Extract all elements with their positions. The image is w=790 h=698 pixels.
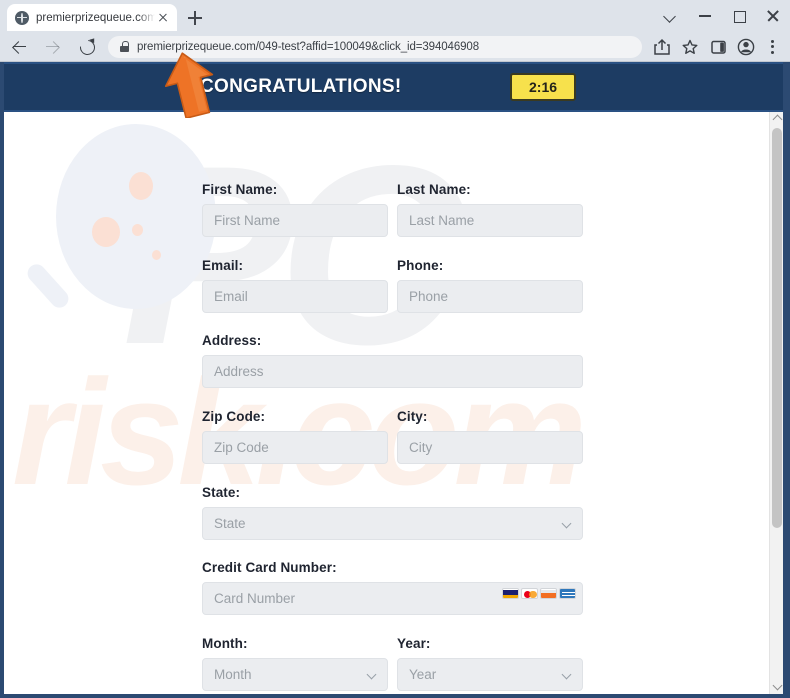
amex-icon bbox=[559, 588, 576, 599]
minimize-icon[interactable] bbox=[688, 0, 722, 31]
browser-window: premierprizequeue.com/049-te premierpriz… bbox=[0, 0, 790, 698]
page-title: CONGRATULATIONS! bbox=[200, 76, 402, 97]
year-select-value: Year bbox=[409, 667, 437, 682]
page-scrollbar[interactable] bbox=[769, 112, 783, 694]
address-input[interactable] bbox=[202, 355, 583, 388]
field-first-name: First Name: bbox=[202, 182, 388, 237]
share-icon[interactable] bbox=[648, 33, 676, 61]
close-icon[interactable] bbox=[155, 10, 171, 26]
month-select[interactable]: Month bbox=[202, 658, 388, 691]
more-menu-icon[interactable] bbox=[760, 33, 784, 61]
page-viewport: CONGRATULATIONS! 2:16 PC risk.com First … bbox=[4, 62, 783, 694]
scroll-up-icon[interactable] bbox=[772, 114, 782, 125]
watermark-dot bbox=[132, 224, 143, 236]
lock-icon bbox=[120, 41, 129, 52]
maximize-icon[interactable] bbox=[722, 0, 756, 31]
state-select[interactable]: State bbox=[202, 507, 583, 540]
field-card-number: Credit Card Number: bbox=[202, 560, 583, 615]
field-address: Address: bbox=[202, 333, 583, 388]
field-city: City: bbox=[397, 409, 583, 464]
magnifier-icon bbox=[56, 124, 216, 309]
window-controls bbox=[654, 0, 790, 31]
discover-icon bbox=[540, 588, 557, 599]
label-phone: Phone: bbox=[397, 258, 444, 273]
field-email: Email: bbox=[202, 258, 388, 313]
state-select-value: State bbox=[214, 516, 246, 531]
label-email: Email: bbox=[202, 258, 244, 273]
month-select-value: Month bbox=[214, 667, 252, 682]
accepted-cards bbox=[502, 588, 576, 599]
phone-input[interactable] bbox=[397, 280, 583, 313]
close-window-icon[interactable] bbox=[756, 0, 790, 31]
tab-title: premierprizequeue.com/049-te bbox=[36, 11, 155, 24]
star-icon[interactable] bbox=[676, 33, 704, 61]
countdown-timer: 2:16 bbox=[510, 73, 577, 101]
email-input[interactable] bbox=[202, 280, 388, 313]
globe-icon bbox=[15, 10, 29, 25]
url-text: premierprizequeue.com/049-test?affid=100… bbox=[137, 40, 480, 53]
label-first-name: First Name: bbox=[202, 182, 278, 197]
chevron-down-icon[interactable] bbox=[654, 0, 688, 31]
chevron-down-icon bbox=[366, 669, 377, 680]
new-tab-button[interactable] bbox=[184, 7, 206, 29]
year-select[interactable]: Year bbox=[397, 658, 583, 691]
site-banner: CONGRATULATIONS! 2:16 bbox=[4, 62, 783, 112]
field-phone: Phone: bbox=[397, 258, 583, 313]
label-city: City: bbox=[397, 409, 428, 424]
chevron-down-icon bbox=[561, 518, 572, 529]
field-zip-code: Zip Code: bbox=[202, 409, 388, 464]
label-state: State: bbox=[202, 485, 241, 500]
watermark-dot bbox=[152, 250, 161, 260]
browser-tab[interactable]: premierprizequeue.com/049-te bbox=[7, 4, 177, 31]
side-panel-icon[interactable] bbox=[704, 33, 732, 61]
last-name-input[interactable] bbox=[397, 204, 583, 237]
zip-code-input[interactable] bbox=[202, 431, 388, 464]
chevron-down-icon bbox=[561, 669, 572, 680]
label-last-name: Last Name: bbox=[397, 182, 471, 197]
forward-button[interactable] bbox=[38, 32, 68, 62]
field-year: Year: Year bbox=[397, 636, 583, 691]
city-input[interactable] bbox=[397, 431, 583, 464]
reload-icon[interactable] bbox=[72, 32, 102, 62]
address-bar[interactable]: premierprizequeue.com/049-test?affid=100… bbox=[108, 35, 642, 58]
label-year: Year: bbox=[397, 636, 431, 651]
label-card-number: Credit Card Number: bbox=[202, 560, 337, 575]
browser-chrome: premierprizequeue.com/049-te premierpriz… bbox=[0, 0, 790, 62]
scroll-down-icon[interactable] bbox=[772, 680, 782, 691]
profile-avatar-icon[interactable] bbox=[732, 33, 760, 61]
browser-toolbar: premierprizequeue.com/049-test?affid=100… bbox=[0, 31, 790, 62]
visa-icon bbox=[502, 588, 519, 599]
magnifier-handle bbox=[23, 260, 73, 312]
label-address: Address: bbox=[202, 333, 262, 348]
watermark-dot bbox=[129, 172, 153, 200]
first-name-input[interactable] bbox=[202, 204, 388, 237]
field-last-name: Last Name: bbox=[397, 182, 583, 237]
label-month: Month: bbox=[202, 636, 248, 651]
field-month: Month: Month bbox=[202, 636, 388, 691]
tab-strip: premierprizequeue.com/049-te bbox=[0, 0, 790, 31]
watermark-dot bbox=[92, 217, 120, 247]
mastercard-icon bbox=[521, 588, 538, 599]
scrollbar-thumb[interactable] bbox=[772, 128, 782, 528]
label-zip-code: Zip Code: bbox=[202, 409, 266, 424]
field-state: State: State bbox=[202, 485, 583, 540]
back-button[interactable] bbox=[4, 32, 34, 62]
